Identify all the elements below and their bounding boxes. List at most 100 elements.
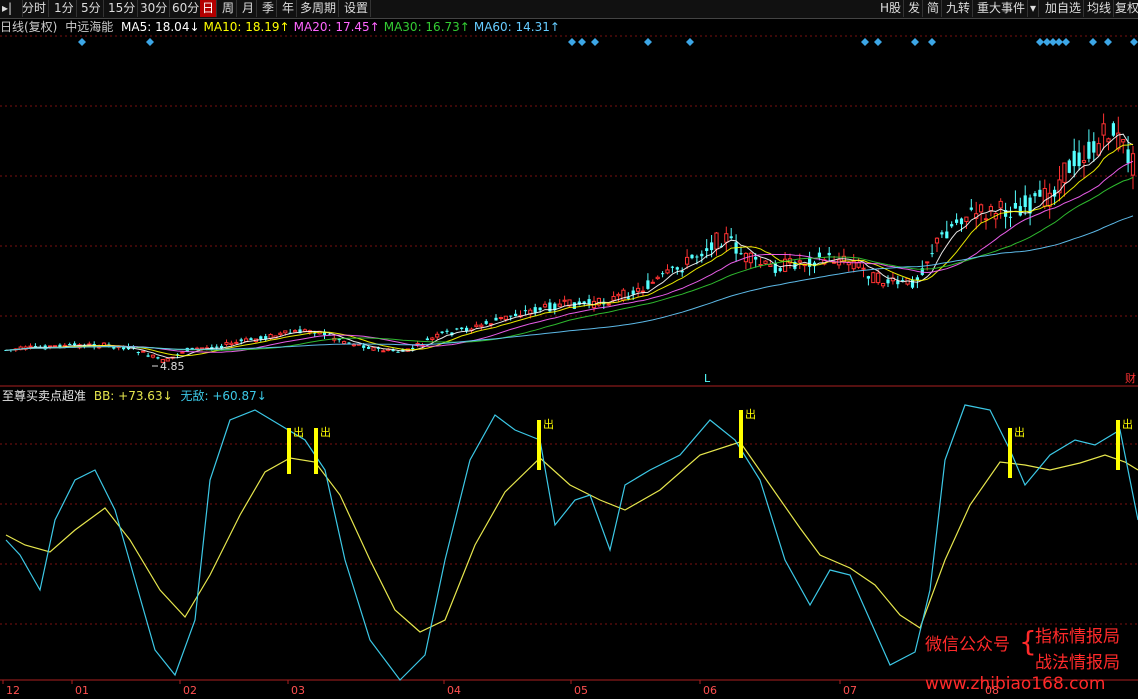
candle-body bbox=[636, 287, 641, 292]
candle-body bbox=[646, 280, 650, 289]
x-tick-label: 07 bbox=[843, 684, 857, 697]
diamond-marker bbox=[578, 38, 586, 46]
toolbar-right-2[interactable]: 简 bbox=[925, 0, 943, 17]
toolbar-right-6[interactable]: 均线 bbox=[1085, 0, 1115, 17]
toolbar-right-0[interactable]: H股 bbox=[878, 0, 905, 17]
diamond-marker bbox=[1104, 38, 1112, 46]
watermark-line1: 微信公众号 bbox=[925, 635, 1010, 655]
candle-body bbox=[611, 296, 616, 301]
candle-body bbox=[249, 338, 253, 340]
tab-4[interactable]: 30分 bbox=[138, 0, 171, 17]
tab-12[interactable]: 设置 bbox=[342, 0, 372, 17]
main-info-bar: 日线(复权) 中远海能 MA5: 18.04↓ MA10: 18.19↑ MA20:… bbox=[0, 19, 564, 35]
sell-signal-label: 出 bbox=[1014, 425, 1025, 439]
candle-body bbox=[234, 341, 239, 344]
tab-5[interactable]: 60分 bbox=[170, 0, 203, 17]
x-tick-label: 01 bbox=[75, 684, 89, 697]
sell-signal-label: 出 bbox=[745, 407, 756, 421]
watermark-line2b: 战法情报局 bbox=[1035, 653, 1120, 673]
candle-body bbox=[362, 345, 366, 348]
candle-body bbox=[1096, 143, 1101, 156]
candle-body bbox=[1077, 152, 1081, 167]
candle-body bbox=[1038, 189, 1042, 197]
candle-body bbox=[367, 346, 371, 349]
candlesticks bbox=[4, 113, 1136, 363]
candle-body bbox=[1067, 160, 1071, 173]
candle-body bbox=[484, 321, 488, 324]
candle-body bbox=[959, 218, 964, 225]
candle-body bbox=[562, 299, 567, 302]
candle-body bbox=[616, 293, 621, 297]
candle-body bbox=[729, 236, 733, 239]
sell-signal-bar bbox=[537, 420, 541, 470]
candle-body bbox=[1033, 193, 1037, 197]
diamond-marker bbox=[644, 38, 652, 46]
tab-3[interactable]: 15分 bbox=[106, 0, 139, 17]
candle-body bbox=[48, 345, 53, 348]
indicator-info-bar: 至尊买卖点超准 BB: +73.63↓ 无敌: +60.87↓ bbox=[2, 388, 271, 404]
candle-body bbox=[710, 242, 714, 251]
candle-body bbox=[955, 219, 959, 223]
candle-body bbox=[1008, 216, 1013, 218]
chevron-down-icon[interactable]: ▾ bbox=[1028, 0, 1040, 17]
tab-11[interactable]: 多周期 bbox=[298, 0, 340, 17]
candle-body bbox=[675, 267, 679, 270]
candle-body bbox=[1047, 192, 1052, 207]
candle-body bbox=[631, 290, 635, 295]
candle-body bbox=[430, 337, 435, 340]
ma-label-3: MA30: 16.73↑ bbox=[383, 20, 470, 34]
candle-body bbox=[435, 333, 440, 338]
tab-9[interactable]: 季 bbox=[260, 0, 278, 17]
candle-body bbox=[739, 253, 743, 255]
candle-body bbox=[1023, 195, 1027, 207]
candle-body bbox=[1013, 203, 1017, 209]
tab-10[interactable]: 年 bbox=[280, 0, 298, 17]
toolbar-right-4[interactable]: 重大事件 bbox=[975, 0, 1029, 17]
sell-signal-label: 出 bbox=[293, 425, 304, 439]
candle-body bbox=[901, 280, 905, 282]
candle-body bbox=[122, 347, 126, 350]
x-tick-label: 12 bbox=[6, 684, 20, 697]
candle-body bbox=[1018, 206, 1022, 216]
toolbar-right-1[interactable]: 发 bbox=[906, 0, 924, 17]
tab-7[interactable]: 周 bbox=[220, 0, 238, 17]
candle-body bbox=[557, 303, 562, 307]
candle-body bbox=[479, 324, 484, 327]
toolbar-right-7[interactable]: 复权 bbox=[1113, 0, 1138, 17]
candle-body bbox=[293, 330, 298, 333]
candle-body bbox=[876, 272, 881, 284]
candle-body bbox=[68, 344, 72, 345]
sell-signal-label: 出 bbox=[543, 417, 554, 431]
candle-body bbox=[136, 352, 140, 353]
tab-6[interactable]: 日 bbox=[200, 0, 218, 17]
ma-line-2 bbox=[5, 160, 1134, 353]
candle-body bbox=[969, 207, 973, 210]
tab-0[interactable]: 分时 bbox=[20, 0, 50, 17]
ma-label-0: MA5: 18.04↓ bbox=[121, 20, 200, 34]
candle-body bbox=[886, 279, 890, 284]
diamond-marker bbox=[1089, 38, 1097, 46]
toolbar-right-3[interactable]: 九转 bbox=[944, 0, 974, 17]
candle-body bbox=[1126, 149, 1130, 164]
tab-1[interactable]: 1分 bbox=[52, 0, 77, 17]
period-toolbar: ▸| 分时 1分 5分 15分 30分 60分日周月季年多周期 设置 H股发简九转 重大事件 加自… bbox=[0, 0, 1138, 19]
candle-body bbox=[411, 347, 415, 349]
tab-2[interactable]: 5分 bbox=[79, 0, 104, 17]
toolbar-right-5[interactable]: 加自选 bbox=[1043, 0, 1085, 17]
candle-body bbox=[1042, 188, 1047, 207]
x-tick-label: 03 bbox=[291, 684, 305, 697]
candle-body bbox=[28, 345, 33, 348]
diamond-marker bbox=[686, 38, 694, 46]
candle-body bbox=[670, 266, 674, 268]
indicator-name: 至尊买卖点超准 bbox=[2, 389, 87, 403]
tab-8[interactable]: 月 bbox=[240, 0, 258, 17]
diamond-marker bbox=[146, 38, 154, 46]
candle-body bbox=[861, 267, 866, 270]
candle-body bbox=[190, 347, 194, 349]
candle-body bbox=[351, 344, 356, 347]
candle-body bbox=[705, 248, 709, 251]
candle-body bbox=[1072, 150, 1076, 167]
candle-body bbox=[797, 260, 802, 263]
l-marker: L bbox=[704, 372, 711, 385]
candle-body bbox=[509, 315, 513, 317]
